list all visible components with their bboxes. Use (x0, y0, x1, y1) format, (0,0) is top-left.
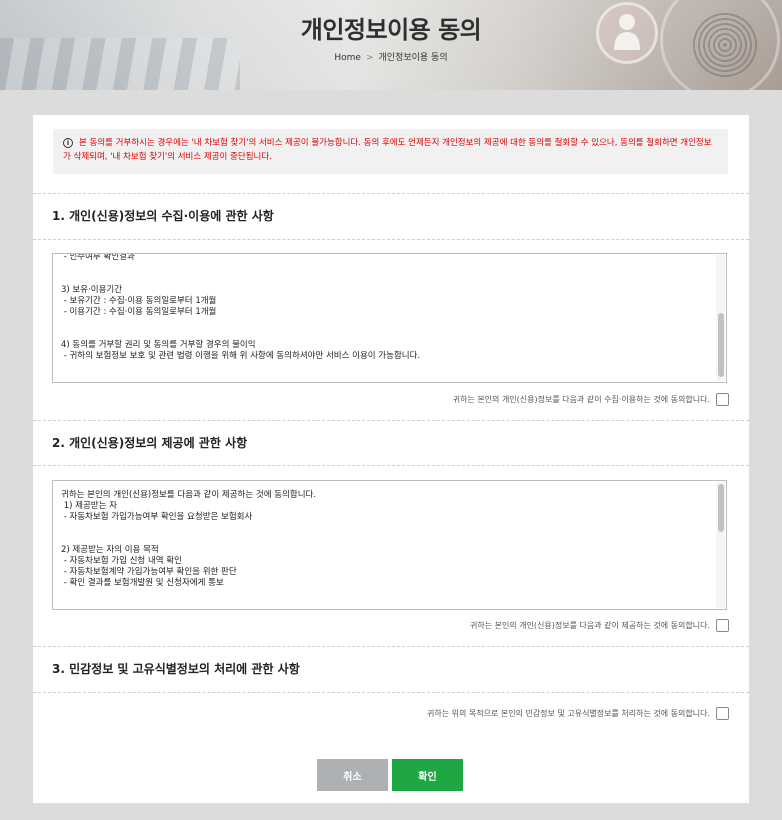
divider (33, 465, 749, 466)
section-2-agree-label: 귀하는 본인의 개인(신용)정보를 다음과 같이 제공하는 것에 동의합니다. (469, 620, 710, 630)
terms-line (61, 329, 711, 340)
divider (33, 193, 749, 194)
terms-line (61, 263, 711, 274)
breadcrumb-home-link[interactable]: Home (334, 53, 361, 63)
section-1-agree-checkbox[interactable] (716, 392, 729, 406)
section-1-agree-row[interactable]: 귀하는 본인의 개인(신용)정보를 다음과 같이 수집·이용하는 것에 동의합니… (453, 391, 729, 407)
terms-line: - 귀하의 보험정보 보호 및 관련 법령 이행을 위해 위 사항에 동의하셔야… (61, 351, 421, 361)
terms-line: - 자동차보험 가입 신청 내역 확인 (61, 556, 182, 566)
consent-notice: i본 동의를 거부하시는 경우에는 '내 차보험 찾기'의 서비스 제공이 불가… (53, 129, 728, 174)
section-1-agree-label: 귀하는 본인의 개인(신용)정보를 다음과 같이 수집·이용하는 것에 동의합니… (452, 394, 710, 404)
terms-line: 3) 보유·이용기간 (61, 285, 123, 295)
section-3-agree-label: 귀하는 위의 목적으로 본인의 민감정보 및 고유식별정보를 처리하는 것에 동… (426, 708, 710, 718)
breadcrumb-separator: > (365, 53, 374, 63)
info-icon: i (63, 138, 73, 148)
keyboard-image (0, 38, 240, 90)
terms-line (61, 523, 711, 534)
scrollbar[interactable] (716, 255, 725, 381)
terms-line: - 자동차보험계약 가입가능여부 확인을 위한 판단 (61, 567, 237, 577)
divider (33, 420, 749, 421)
terms-line: - 이용기간 : 수집·이용 동의일로부터 1개월 (61, 307, 217, 317)
cancel-button[interactable]: 취소 (317, 759, 388, 791)
breadcrumb: Home > 개인정보이용 동의 (0, 50, 782, 63)
terms-line (61, 318, 711, 329)
section-2-title: 2. 개인(신용)정보의 제공에 관한 사항 (52, 436, 248, 450)
section-2-terms-text: 귀하는 본인의 개인(신용)정보를 다음과 같이 제공하는 것에 동의합니다. … (61, 490, 711, 589)
divider (33, 646, 749, 647)
section-2-terms-box[interactable]: 귀하는 본인의 개인(신용)정보를 다음과 같이 제공하는 것에 동의합니다. … (52, 480, 727, 610)
terms-line: - 보유기간 : 수집·이용 동의일로부터 1개월 (61, 296, 217, 306)
section-3-agree-row[interactable]: 귀하는 위의 목적으로 본인의 민감정보 및 고유식별정보를 처리하는 것에 동… (427, 705, 729, 721)
scrollbar-thumb[interactable] (718, 484, 724, 532)
section-3-agree-checkbox[interactable] (716, 706, 729, 720)
section-2-agree-checkbox[interactable] (716, 618, 729, 632)
terms-line: - 인수여부 확인결과 (61, 253, 135, 262)
divider (33, 239, 749, 240)
page-header-banner: 개인정보이용 동의 Home > 개인정보이용 동의 (0, 0, 782, 90)
notice-text: 본 동의를 거부하시는 경우에는 '내 차보험 찾기'의 서비스 제공이 불가능… (63, 138, 712, 162)
section-1-title: 1. 개인(신용)정보의 수집·이용에 관한 사항 (52, 209, 274, 223)
scrollbar[interactable] (716, 482, 725, 608)
terms-line: 2) 제공받는 자의 이용 목적 (61, 545, 159, 555)
breadcrumb-current: 개인정보이용 동의 (378, 53, 448, 63)
terms-line: 4) 동의를 거부할 권리 및 동의를 거부할 경우의 불이익 (61, 340, 256, 350)
terms-line: 귀하는 본인의 개인(신용)정보를 다음과 같이 제공하는 것에 동의합니다. (61, 490, 317, 500)
section-1-terms-text: - 인수여부 확인결과 3) 보유·이용기간 - 보유기간 : 수집·이용 동의… (61, 253, 711, 362)
section-3-title: 3. 민감정보 및 고유식별정보의 처리에 관한 사항 (52, 662, 300, 676)
section-2-agree-row[interactable]: 귀하는 본인의 개인(신용)정보를 다음과 같이 제공하는 것에 동의합니다. (470, 617, 729, 633)
terms-line: 1) 제공받는 자 (61, 501, 117, 511)
scrollbar-thumb[interactable] (718, 313, 724, 377)
page-title: 개인정보이용 동의 (300, 16, 482, 44)
terms-line: - 자동차보험 가입가능여부 확인을 요청받은 보험회사 (61, 512, 253, 522)
section-1-terms-box[interactable]: - 인수여부 확인결과 3) 보유·이용기간 - 보유기간 : 수집·이용 동의… (52, 253, 727, 383)
confirm-button[interactable]: 확인 (392, 759, 463, 791)
terms-line (61, 274, 711, 285)
consent-panel: i본 동의를 거부하시는 경우에는 '내 차보험 찾기'의 서비스 제공이 불가… (33, 115, 749, 803)
terms-line: - 확인 결과를 보험개발원 및 신청자에게 통보 (61, 578, 224, 588)
terms-line (61, 534, 711, 545)
divider (33, 692, 749, 693)
